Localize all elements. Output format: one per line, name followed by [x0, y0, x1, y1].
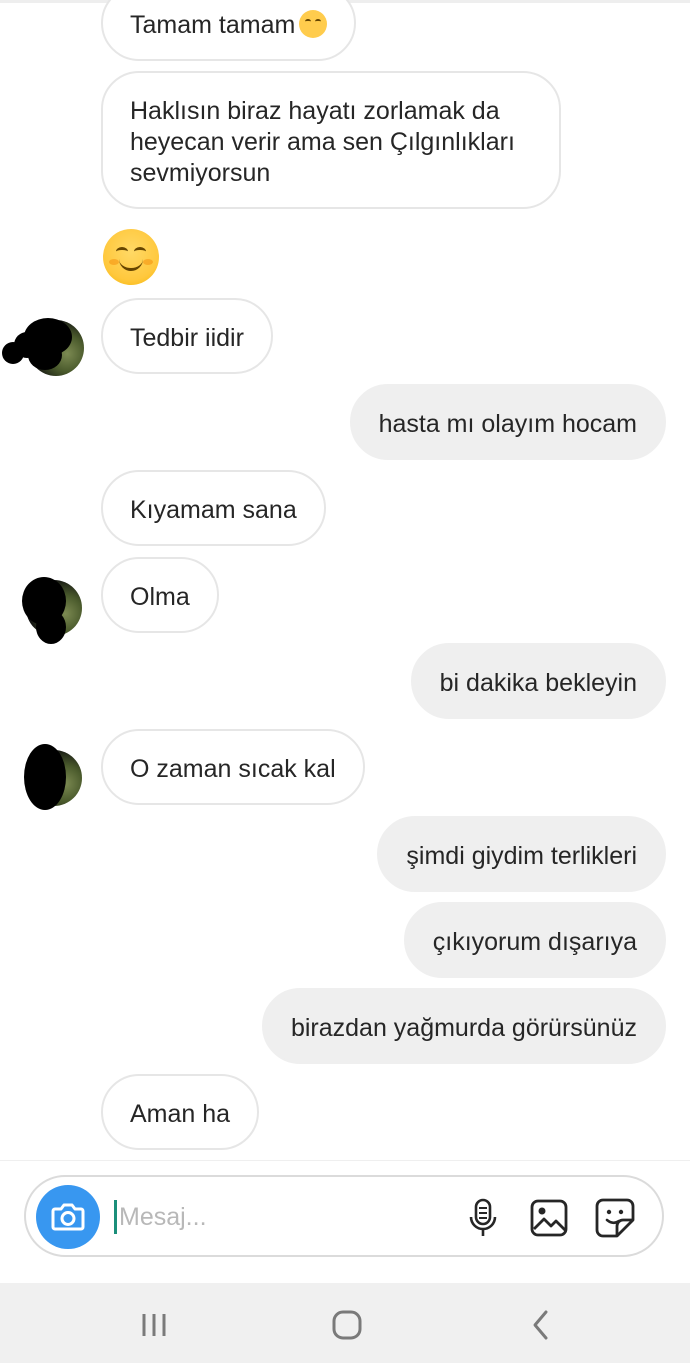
message-bubble-incoming[interactable]: Tamam tamam	[101, 0, 357, 61]
gallery-button[interactable]	[528, 1197, 570, 1239]
sticker-icon	[595, 1198, 635, 1238]
message-text: O zaman sıcak kal	[130, 755, 336, 783]
message-bubble-incoming[interactable]: Tedbir iidir	[101, 298, 273, 374]
message-bubble-incoming[interactable]: Kıyamam sana	[101, 470, 326, 546]
message-text: birazdan yağmurda görürsünüz	[290, 1014, 637, 1042]
message-composer[interactable]: Mesaj...	[24, 1175, 664, 1257]
message-text: Aman ha	[130, 1100, 231, 1128]
message-bubble-outgoing[interactable]: şimdi giydim terlikleri	[377, 816, 666, 892]
sender-avatar[interactable]	[2, 318, 84, 376]
message-text: çıkıyorum dışarıya	[432, 928, 637, 956]
text-cursor	[114, 1200, 117, 1234]
message-bubble-outgoing[interactable]: hasta mı olayım hocam	[349, 384, 666, 460]
message-text: şimdi giydim terlikleri	[406, 842, 637, 870]
sticker-button[interactable]	[594, 1197, 636, 1239]
home-button[interactable]	[327, 1305, 367, 1345]
message-input-placeholder: Mesaj...	[119, 1202, 207, 1231]
back-icon	[533, 1310, 548, 1340]
back-button[interactable]	[521, 1305, 561, 1345]
message-bubble-incoming[interactable]: O zaman sıcak kal	[101, 729, 365, 805]
composer-divider	[0, 1160, 690, 1161]
message-text: Haklısın biraz hayatı zorlamak da heyeca…	[130, 97, 515, 187]
smiling-face-emoji-icon[interactable]	[103, 229, 159, 285]
message-text: Kıyamam sana	[130, 496, 297, 524]
sender-avatar[interactable]	[24, 744, 82, 810]
message-text: hasta mı olayım hocam	[378, 410, 637, 438]
message-input[interactable]: Mesaj...	[114, 1189, 444, 1245]
smiling-face-emoji-icon	[299, 10, 328, 39]
message-text: Tedbir iidir	[130, 324, 244, 352]
message-bubble-outgoing[interactable]: çıkıyorum dışarıya	[403, 902, 666, 978]
camera-icon	[51, 1203, 85, 1231]
recent-apps-button[interactable]	[134, 1305, 174, 1345]
message-bubble-incoming[interactable]: Aman ha	[101, 1074, 260, 1150]
message-thread[interactable]: Tamam tamam Haklısın biraz hayatı zorlam…	[0, 0, 690, 1160]
message-text: Tamam tamam	[130, 11, 296, 39]
message-bubble-outgoing[interactable]: birazdan yağmurda görürsünüz	[261, 988, 666, 1064]
microphone-icon	[469, 1198, 497, 1236]
microphone-button[interactable]	[462, 1197, 504, 1239]
home-icon	[332, 1310, 362, 1340]
system-navigation-bar	[0, 1283, 690, 1363]
recent-apps-icon	[142, 1314, 166, 1336]
camera-button[interactable]	[36, 1185, 100, 1249]
message-bubble-incoming[interactable]: Haklısın biraz hayatı zorlamak da heyeca…	[101, 71, 561, 209]
message-text: Olma	[130, 583, 190, 611]
message-bubble-incoming[interactable]: Olma	[101, 557, 219, 633]
message-bubble-outgoing[interactable]: bi dakika bekleyin	[410, 643, 666, 719]
message-text: bi dakika bekleyin	[439, 669, 637, 697]
gallery-icon	[530, 1199, 568, 1237]
sender-avatar[interactable]	[22, 577, 82, 644]
